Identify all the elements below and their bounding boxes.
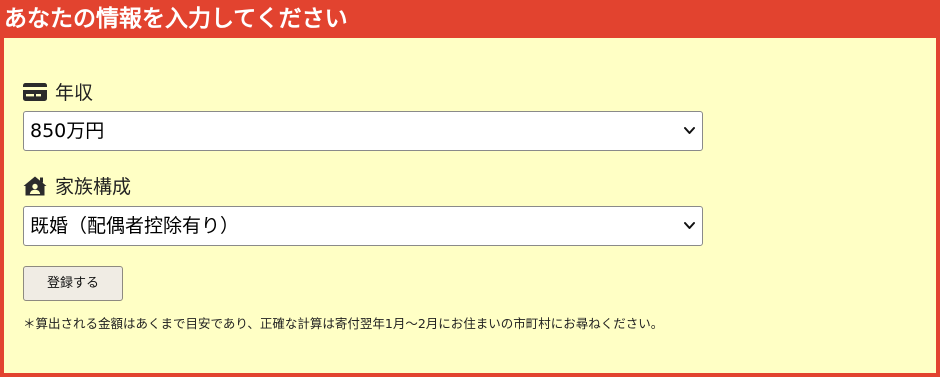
register-button[interactable]: 登録する bbox=[23, 266, 123, 301]
family-select[interactable]: 既婚（配偶者控除有り） bbox=[23, 206, 703, 246]
family-label-text: 家族構成 bbox=[55, 176, 132, 198]
house-user-icon bbox=[23, 176, 47, 196]
chevron-down-icon bbox=[684, 126, 695, 135]
family-select-value: 既婚（配偶者控除有り） bbox=[30, 215, 240, 237]
credit-card-icon bbox=[23, 82, 47, 102]
disclaimer-note: ＊算出される金額はあくまで目安であり、正確な計算は寄付翌年1月〜2月にお住まいの… bbox=[23, 316, 664, 331]
info-input-panel: あなたの情報を入力してください 年収 850万円 家族構成 既婚（配偶者控除有り… bbox=[0, 0, 940, 377]
income-select[interactable]: 850万円 bbox=[23, 111, 703, 151]
panel-title: あなたの情報を入力してください bbox=[0, 0, 940, 38]
income-select-value: 850万円 bbox=[30, 120, 105, 142]
chevron-down-icon bbox=[684, 221, 695, 230]
income-label: 年収 bbox=[23, 81, 93, 105]
family-label: 家族構成 bbox=[23, 175, 131, 199]
income-label-text: 年収 bbox=[55, 82, 94, 104]
